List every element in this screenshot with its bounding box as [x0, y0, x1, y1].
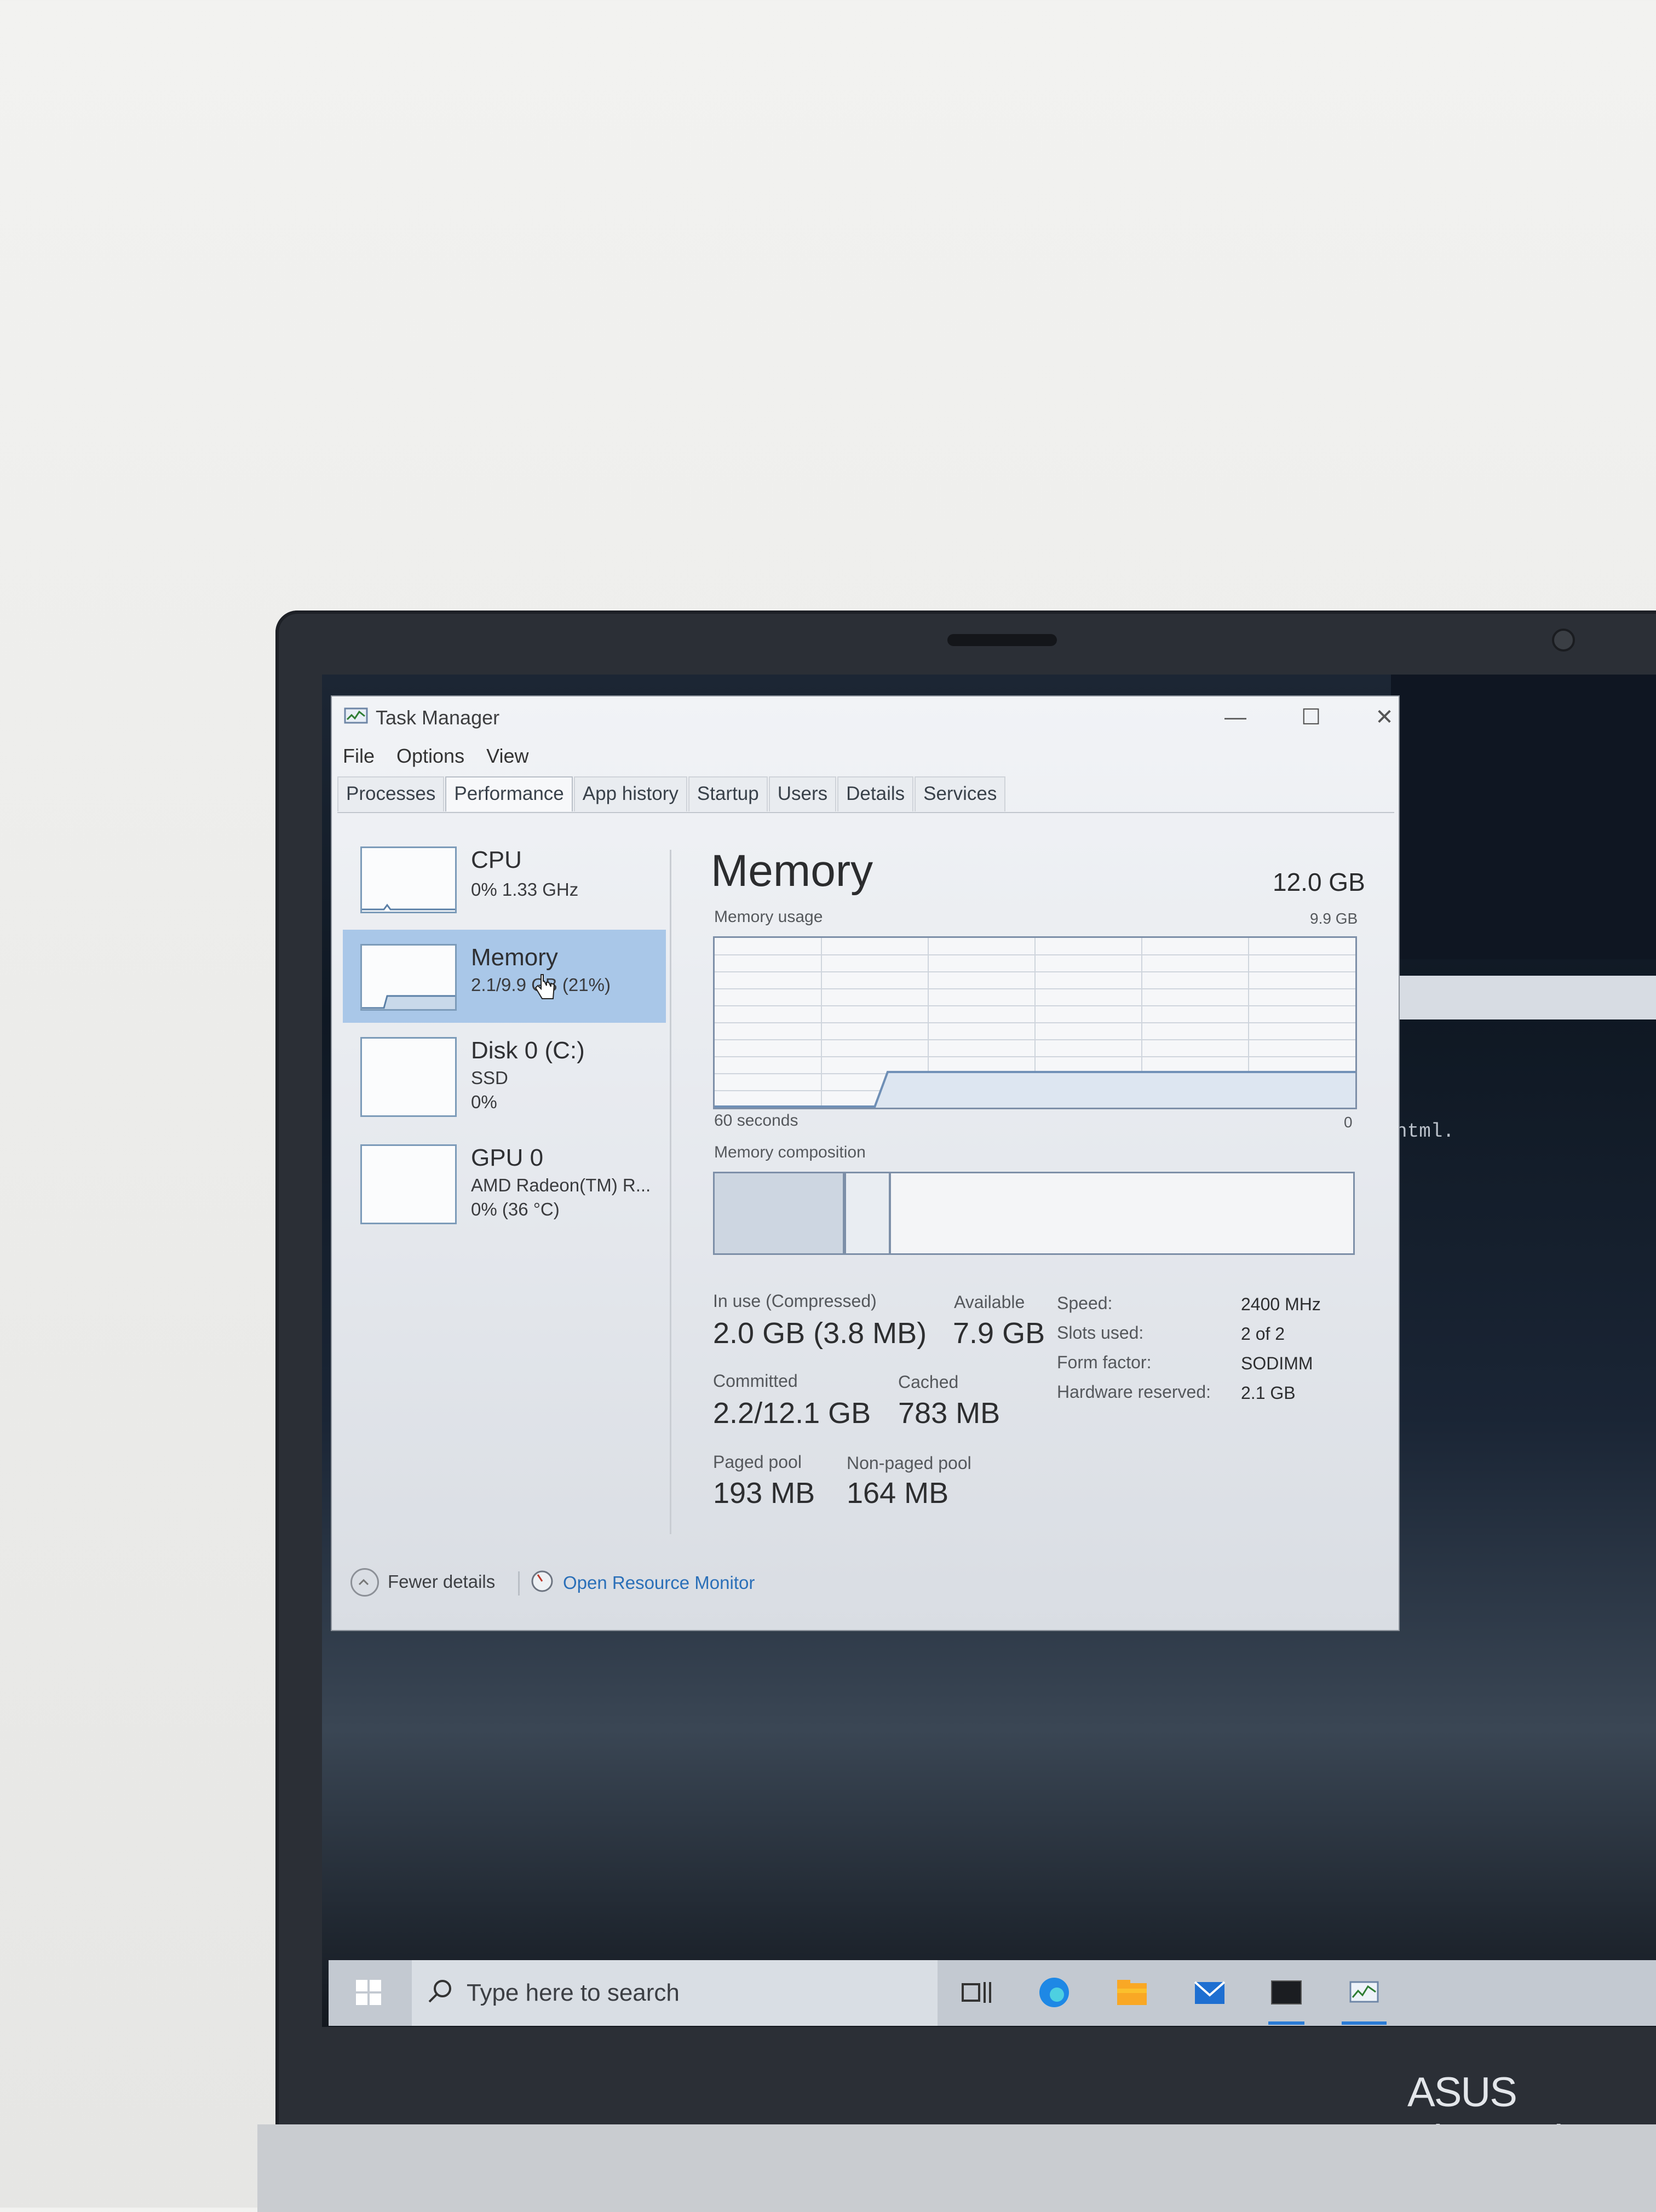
sidebar-item-label: CPU — [471, 846, 522, 873]
memory-usage-area — [875, 1072, 1355, 1108]
file-explorer-icon[interactable] — [1114, 1975, 1150, 2009]
windows-start-icon[interactable] — [355, 1979, 382, 2006]
gpu-model-text: AMD Radeon(TM) R... — [471, 1175, 651, 1195]
tab-startup[interactable]: Startup — [688, 776, 768, 811]
task-manager-taskbar-icon[interactable] — [1346, 1975, 1382, 2009]
available-value: 7.9 GB — [953, 1317, 1045, 1350]
search-box[interactable]: Type here to search — [412, 1960, 938, 2026]
cpu-usage-text: 0% 1.33 GHz — [471, 879, 579, 900]
fewer-details-button[interactable]: Fewer details — [350, 1566, 515, 1599]
sidebar-item-cpu[interactable]: CPU 0% 1.33 GHz — [343, 833, 666, 926]
speed-value: 2400 MHz — [1241, 1294, 1321, 1314]
hardware-reserved-value: 2.1 GB — [1241, 1383, 1296, 1403]
running-indicator — [1342, 2021, 1387, 2025]
tab-details[interactable]: Details — [837, 776, 914, 811]
form-factor-value: SODIMM — [1241, 1353, 1313, 1373]
window-title: Task Manager — [376, 706, 500, 729]
composition-modified — [846, 1173, 889, 1253]
open-resource-monitor-link[interactable]: Open Resource Monitor — [530, 1566, 782, 1599]
disk-sparkline — [360, 1037, 457, 1117]
tab-users[interactable]: Users — [768, 776, 837, 811]
sidebar-item-gpu[interactable]: GPU 0 AMD Radeon(TM) R... 0% (36 °C) — [343, 1134, 666, 1228]
slots-label: Slots used: — [1057, 1323, 1144, 1343]
title-bar[interactable]: Task Manager — ☐ ✕ — [332, 696, 1399, 736]
graph-time-end: 0 — [1344, 1114, 1353, 1131]
paged-pool-value: 193 MB — [713, 1477, 815, 1510]
terminal-icon[interactable] — [1268, 1975, 1304, 2009]
footer-divider — [518, 1571, 520, 1595]
speed-label: Speed: — [1057, 1293, 1113, 1313]
committed-label: Committed — [713, 1371, 798, 1391]
running-indicator — [1268, 2021, 1304, 2025]
slots-value: 2 of 2 — [1241, 1324, 1285, 1344]
cpu-sparkline — [360, 846, 457, 913]
menu-bar: File Options View — [343, 745, 528, 768]
task-view-icon[interactable] — [958, 1975, 994, 2009]
memory-usage-graph — [713, 936, 1357, 1109]
tab-divider — [337, 812, 1394, 813]
background-window-bar — [1391, 976, 1656, 1019]
available-label: Available — [954, 1292, 1025, 1312]
menu-view[interactable]: View — [486, 745, 528, 768]
gpu-sparkline — [360, 1144, 457, 1224]
fewer-details-label: Fewer details — [388, 1571, 496, 1592]
page-title: Memory — [711, 846, 873, 896]
nonpaged-pool-value: 164 MB — [847, 1477, 949, 1510]
sidebar-item-memory[interactable]: Memory 2.1/9.9 GB (21%) — [343, 930, 666, 1023]
tab-services[interactable]: Services — [915, 776, 1006, 811]
menu-options[interactable]: Options — [396, 745, 464, 768]
laptop-base — [257, 2124, 1656, 2212]
terminal-text: html. — [1395, 1120, 1455, 1143]
tab-app-history[interactable]: App history — [573, 776, 687, 811]
camera-icon — [1552, 629, 1575, 652]
sidebar-item-label: GPU 0 — [471, 1144, 544, 1171]
hardware-reserved-label: Hardware reserved: — [1057, 1382, 1211, 1402]
resource-monitor-icon — [531, 1570, 553, 1592]
search-placeholder: Type here to search — [467, 1979, 680, 2006]
open-resource-monitor-label: Open Resource Monitor — [563, 1572, 755, 1593]
composition-in-use — [715, 1173, 843, 1253]
panel-divider — [670, 850, 671, 1534]
tab-strip: Processes Performance App history Startu… — [337, 776, 1007, 811]
task-manager-window: Task Manager — ☐ ✕ File Options View Pro… — [332, 696, 1399, 1630]
tab-performance[interactable]: Performance — [445, 776, 573, 811]
sidebar-item-label: Memory — [471, 944, 558, 971]
form-factor-label: Form factor: — [1057, 1352, 1152, 1372]
menu-file[interactable]: File — [343, 745, 375, 768]
close-button[interactable]: ✕ — [1357, 701, 1412, 734]
composition-divider — [889, 1173, 891, 1253]
minimize-button[interactable]: — — [1208, 701, 1263, 734]
task-manager-icon — [344, 707, 368, 724]
taskbar: Type here to search — [329, 1960, 1656, 2026]
hand-cursor-icon — [534, 974, 555, 999]
edge-browser-icon[interactable] — [1036, 1975, 1072, 2009]
cached-value: 783 MB — [898, 1397, 1001, 1430]
background-window — [1391, 675, 1656, 959]
memory-total: 12.0 GB — [1273, 868, 1365, 896]
maximize-button[interactable]: ☐ — [1284, 701, 1338, 734]
sidebar-item-disk[interactable]: Disk 0 (C:) SSD 0% — [343, 1025, 666, 1118]
memory-sparkline — [360, 944, 457, 1011]
in-use-label: In use (Compressed) — [713, 1291, 877, 1311]
disk-usage-text: 0% — [471, 1092, 497, 1112]
usage-graph-label: Memory usage — [714, 908, 823, 926]
nonpaged-pool-label: Non-paged pool — [847, 1453, 971, 1473]
sidebar-item-label: Disk 0 (C:) — [471, 1037, 585, 1064]
search-icon — [428, 1980, 451, 2003]
usage-graph-max: 9.9 GB — [1310, 910, 1358, 927]
tab-processes[interactable]: Processes — [337, 776, 445, 811]
chevron-up-icon — [350, 1568, 379, 1597]
graph-time-start: 60 seconds — [714, 1111, 798, 1130]
composition-label: Memory composition — [714, 1143, 866, 1161]
in-use-value: 2.0 GB (3.8 MB) — [713, 1317, 927, 1350]
gpu-usage-text: 0% (36 °C) — [471, 1199, 560, 1219]
cached-label: Cached — [898, 1372, 959, 1392]
disk-type-text: SSD — [471, 1068, 508, 1088]
mail-icon[interactable] — [1192, 1975, 1228, 2009]
webcam-bar — [947, 634, 1057, 646]
paged-pool-label: Paged pool — [713, 1452, 802, 1472]
committed-value: 2.2/12.1 GB — [713, 1397, 871, 1430]
memory-composition-bar — [713, 1172, 1355, 1255]
